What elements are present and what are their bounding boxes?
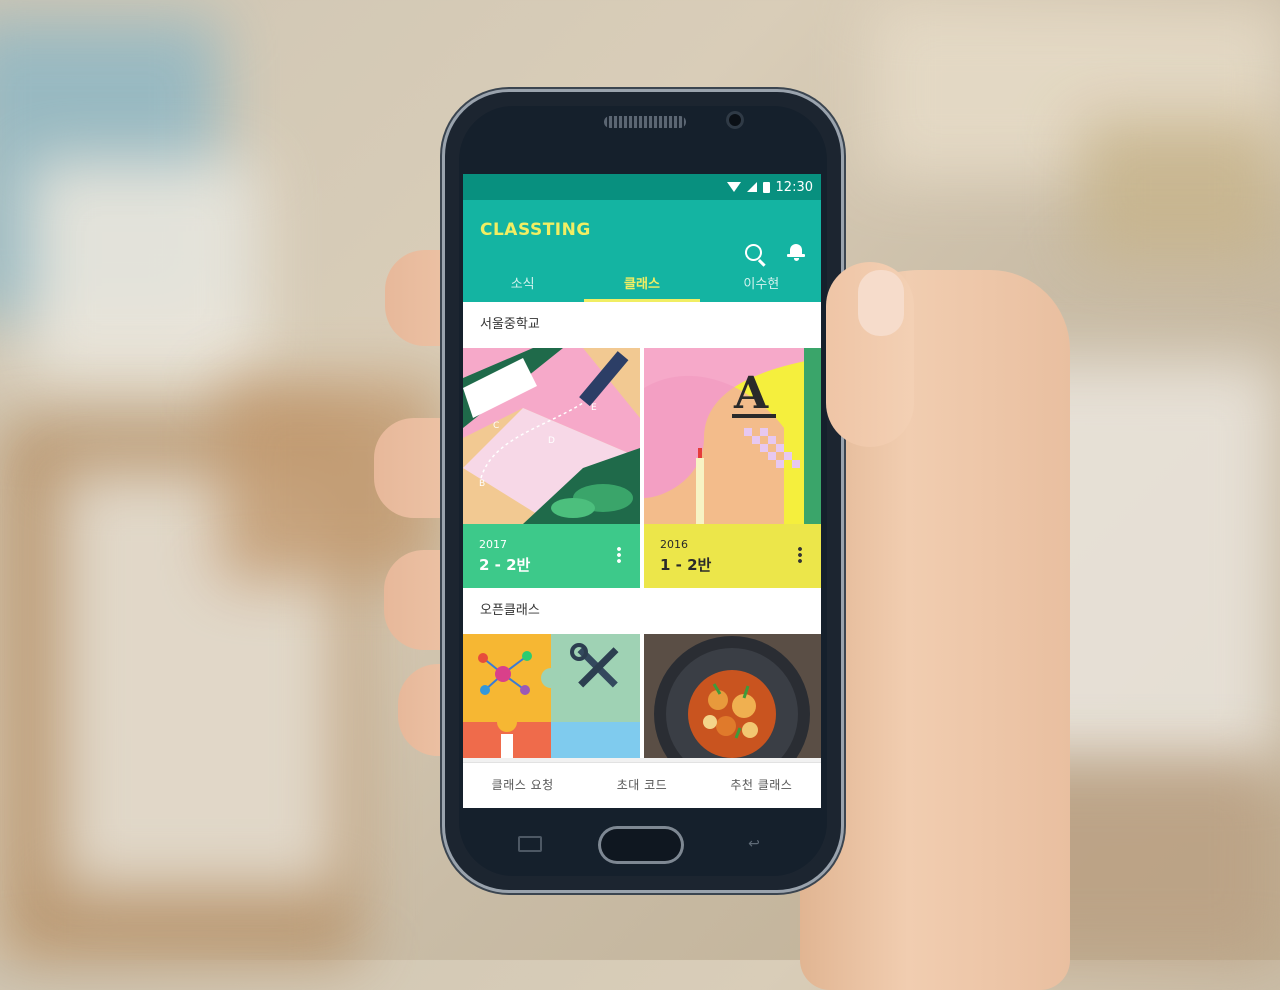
- bell-icon[interactable]: [787, 244, 805, 261]
- back-key-icon[interactable]: ↩: [742, 836, 766, 852]
- request-class-button[interactable]: 클래스 요청: [463, 763, 582, 808]
- class-cover-image: A: [644, 348, 821, 524]
- open-class-card[interactable]: [463, 634, 640, 758]
- tab-profile[interactable]: 이수현: [702, 268, 821, 302]
- invite-code-button[interactable]: 초대 코드: [582, 763, 701, 808]
- class-card[interactable]: C D E B 2017 2 - 2반: [463, 348, 640, 588]
- svg-text:D: D: [548, 436, 555, 446]
- speaker-grille: [604, 116, 686, 128]
- tab-bar: 소식 클래스 이수현: [463, 268, 821, 302]
- class-year: 2016: [660, 538, 688, 551]
- class-card-info: 2017 2 - 2반: [463, 524, 640, 588]
- app-bar: CLASSTING 소식 클래스 이수현: [463, 200, 821, 302]
- bottom-action-bar: 클래스 요청 초대 코드 추천 클래스: [463, 762, 821, 808]
- class-card-info: 2016 1 - 2반: [644, 524, 821, 588]
- class-name: 2 - 2반: [479, 556, 531, 574]
- front-camera: [726, 111, 744, 129]
- home-button[interactable]: [598, 826, 684, 864]
- open-class-list: [463, 634, 821, 758]
- thumb-nail: [858, 270, 904, 336]
- app-title: CLASSTING: [480, 220, 591, 240]
- class-name: 1 - 2반: [660, 556, 712, 574]
- school-section-title: 서울중학교: [463, 302, 821, 348]
- school-class-list: C D E B 2017 2 - 2반 A 2016 1 - 2반: [463, 348, 821, 588]
- recent-apps-key[interactable]: [518, 836, 542, 852]
- class-card[interactable]: A 2016 1 - 2반: [644, 348, 821, 588]
- svg-text:A: A: [733, 368, 769, 419]
- tab-news[interactable]: 소식: [463, 268, 582, 302]
- background-blur: [30, 160, 260, 380]
- svg-text:B: B: [479, 479, 485, 489]
- class-cover-image: C D E B: [463, 348, 640, 524]
- phone-screen: 12:30 CLASSTING 소식 클래스 이수현 서울중학교 C D E B…: [463, 174, 821, 808]
- class-year: 2017: [479, 538, 507, 551]
- open-section-title: 오픈클래스: [463, 588, 821, 634]
- recommended-class-button[interactable]: 추천 클래스: [702, 763, 821, 808]
- signal-icon: [746, 182, 757, 192]
- search-icon[interactable]: [745, 244, 762, 261]
- svg-text:C: C: [493, 421, 499, 431]
- open-class-card[interactable]: [644, 634, 821, 758]
- more-vert-icon[interactable]: [798, 546, 802, 564]
- wifi-icon: [726, 182, 741, 192]
- battery-icon: [762, 181, 770, 193]
- status-time: 12:30: [775, 179, 813, 195]
- tab-class[interactable]: 클래스: [582, 268, 701, 302]
- svg-text:E: E: [591, 403, 597, 413]
- status-bar: 12:30: [463, 174, 821, 200]
- background-blur: [1080, 120, 1280, 260]
- more-vert-icon[interactable]: [617, 546, 621, 564]
